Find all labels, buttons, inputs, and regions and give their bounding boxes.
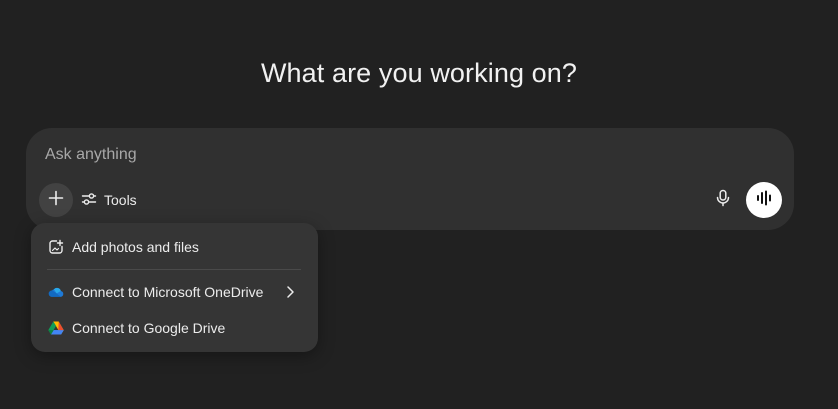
google-drive-icon bbox=[48, 320, 64, 336]
menu-divider bbox=[47, 269, 301, 270]
menu-item-connect-onedrive[interactable]: Connect to Microsoft OneDrive bbox=[39, 275, 310, 309]
menu-item-add-photos-and-files[interactable]: Add photos and files bbox=[39, 230, 310, 264]
voice-mode-button[interactable] bbox=[746, 182, 782, 218]
sliders-icon bbox=[81, 191, 97, 210]
plus-icon bbox=[47, 189, 65, 212]
waveform-icon bbox=[755, 189, 773, 212]
add-attachment-button[interactable] bbox=[39, 183, 73, 217]
chevron-right-icon bbox=[282, 284, 298, 300]
tools-label: Tools bbox=[104, 192, 137, 208]
composer: Tools bbox=[26, 128, 794, 230]
prompt-input[interactable] bbox=[45, 144, 645, 166]
menu-item-connect-google-drive[interactable]: Connect to Google Drive bbox=[39, 311, 310, 345]
microphone-icon bbox=[714, 189, 732, 212]
menu-item-label: Add photos and files bbox=[72, 239, 199, 255]
menu-item-label: Connect to Microsoft OneDrive bbox=[72, 284, 264, 300]
tools-button[interactable]: Tools bbox=[81, 186, 137, 214]
attachment-menu: Add photos and files Connect to Microsof… bbox=[31, 223, 318, 352]
onedrive-icon bbox=[48, 284, 64, 300]
page: What are you working on? Tools bbox=[0, 0, 838, 409]
paperclip-add-icon bbox=[48, 239, 64, 255]
dictate-button[interactable] bbox=[710, 187, 736, 213]
page-heading: What are you working on? bbox=[260, 58, 578, 88]
menu-item-label: Connect to Google Drive bbox=[72, 320, 226, 336]
